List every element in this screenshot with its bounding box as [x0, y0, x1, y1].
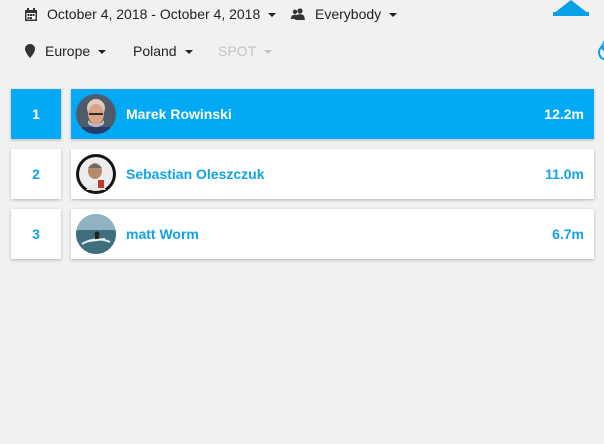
spot-dropdown: SPOT	[218, 43, 273, 59]
chevron-down-icon	[268, 13, 277, 17]
date-range-label: October 4, 2018 - October 4, 2018	[47, 6, 261, 22]
avatar	[76, 154, 116, 194]
spot-label: SPOT	[218, 43, 257, 59]
rider-name[interactable]: Marek Rowinski	[126, 106, 544, 122]
country-dropdown[interactable]: Poland	[133, 43, 193, 59]
chevron-down-icon	[184, 50, 193, 54]
avatar	[76, 214, 116, 254]
date-range-dropdown[interactable]: October 4, 2018 - October 4, 2018	[25, 6, 277, 22]
avatar	[76, 94, 116, 134]
rider-name[interactable]: matt Worm	[126, 226, 552, 242]
audience-dropdown[interactable]: Everybody	[291, 6, 398, 22]
region-label: Europe	[45, 43, 91, 59]
leaderboard-row[interactable]: 2 Sebastian Oleszczuk 11.0m	[11, 149, 594, 199]
rider-card[interactable]: Sebastian Oleszczuk 11.0m	[71, 149, 594, 199]
jump-height: 6.7m	[552, 226, 584, 242]
rank-cell: 1	[11, 89, 61, 139]
country-label: Poland	[133, 43, 177, 59]
rider-name[interactable]: Sebastian Oleszczuk	[126, 166, 545, 182]
rider-card[interactable]: matt Worm 6.7m	[71, 209, 594, 259]
jump-height: 11.0m	[545, 166, 584, 182]
region-dropdown[interactable]: Europe	[25, 43, 107, 59]
leaderboard-row[interactable]: 1 Marek Rowinski 12.2m	[11, 89, 594, 139]
leaderboard-page: October 4, 2018 - October 4, 2018 Everyb…	[0, 0, 604, 444]
chevron-down-icon	[389, 13, 398, 17]
audience-label: Everybody	[315, 6, 382, 22]
leaderboard-row[interactable]: 3 matt Worm 6.7m	[11, 209, 594, 259]
map-marker-icon	[25, 44, 35, 58]
rank-cell: 3	[11, 209, 61, 259]
chevron-down-icon	[98, 50, 107, 54]
jump-height: 12.2m	[544, 106, 584, 122]
calendar-icon	[25, 7, 37, 21]
users-icon	[291, 8, 305, 20]
rank-cell: 2	[11, 149, 61, 199]
flame-icon[interactable]	[596, 40, 604, 60]
chevron-down-icon	[264, 50, 273, 54]
brand-logo-base	[553, 12, 589, 16]
rider-card[interactable]: Marek Rowinski 12.2m	[71, 89, 594, 139]
